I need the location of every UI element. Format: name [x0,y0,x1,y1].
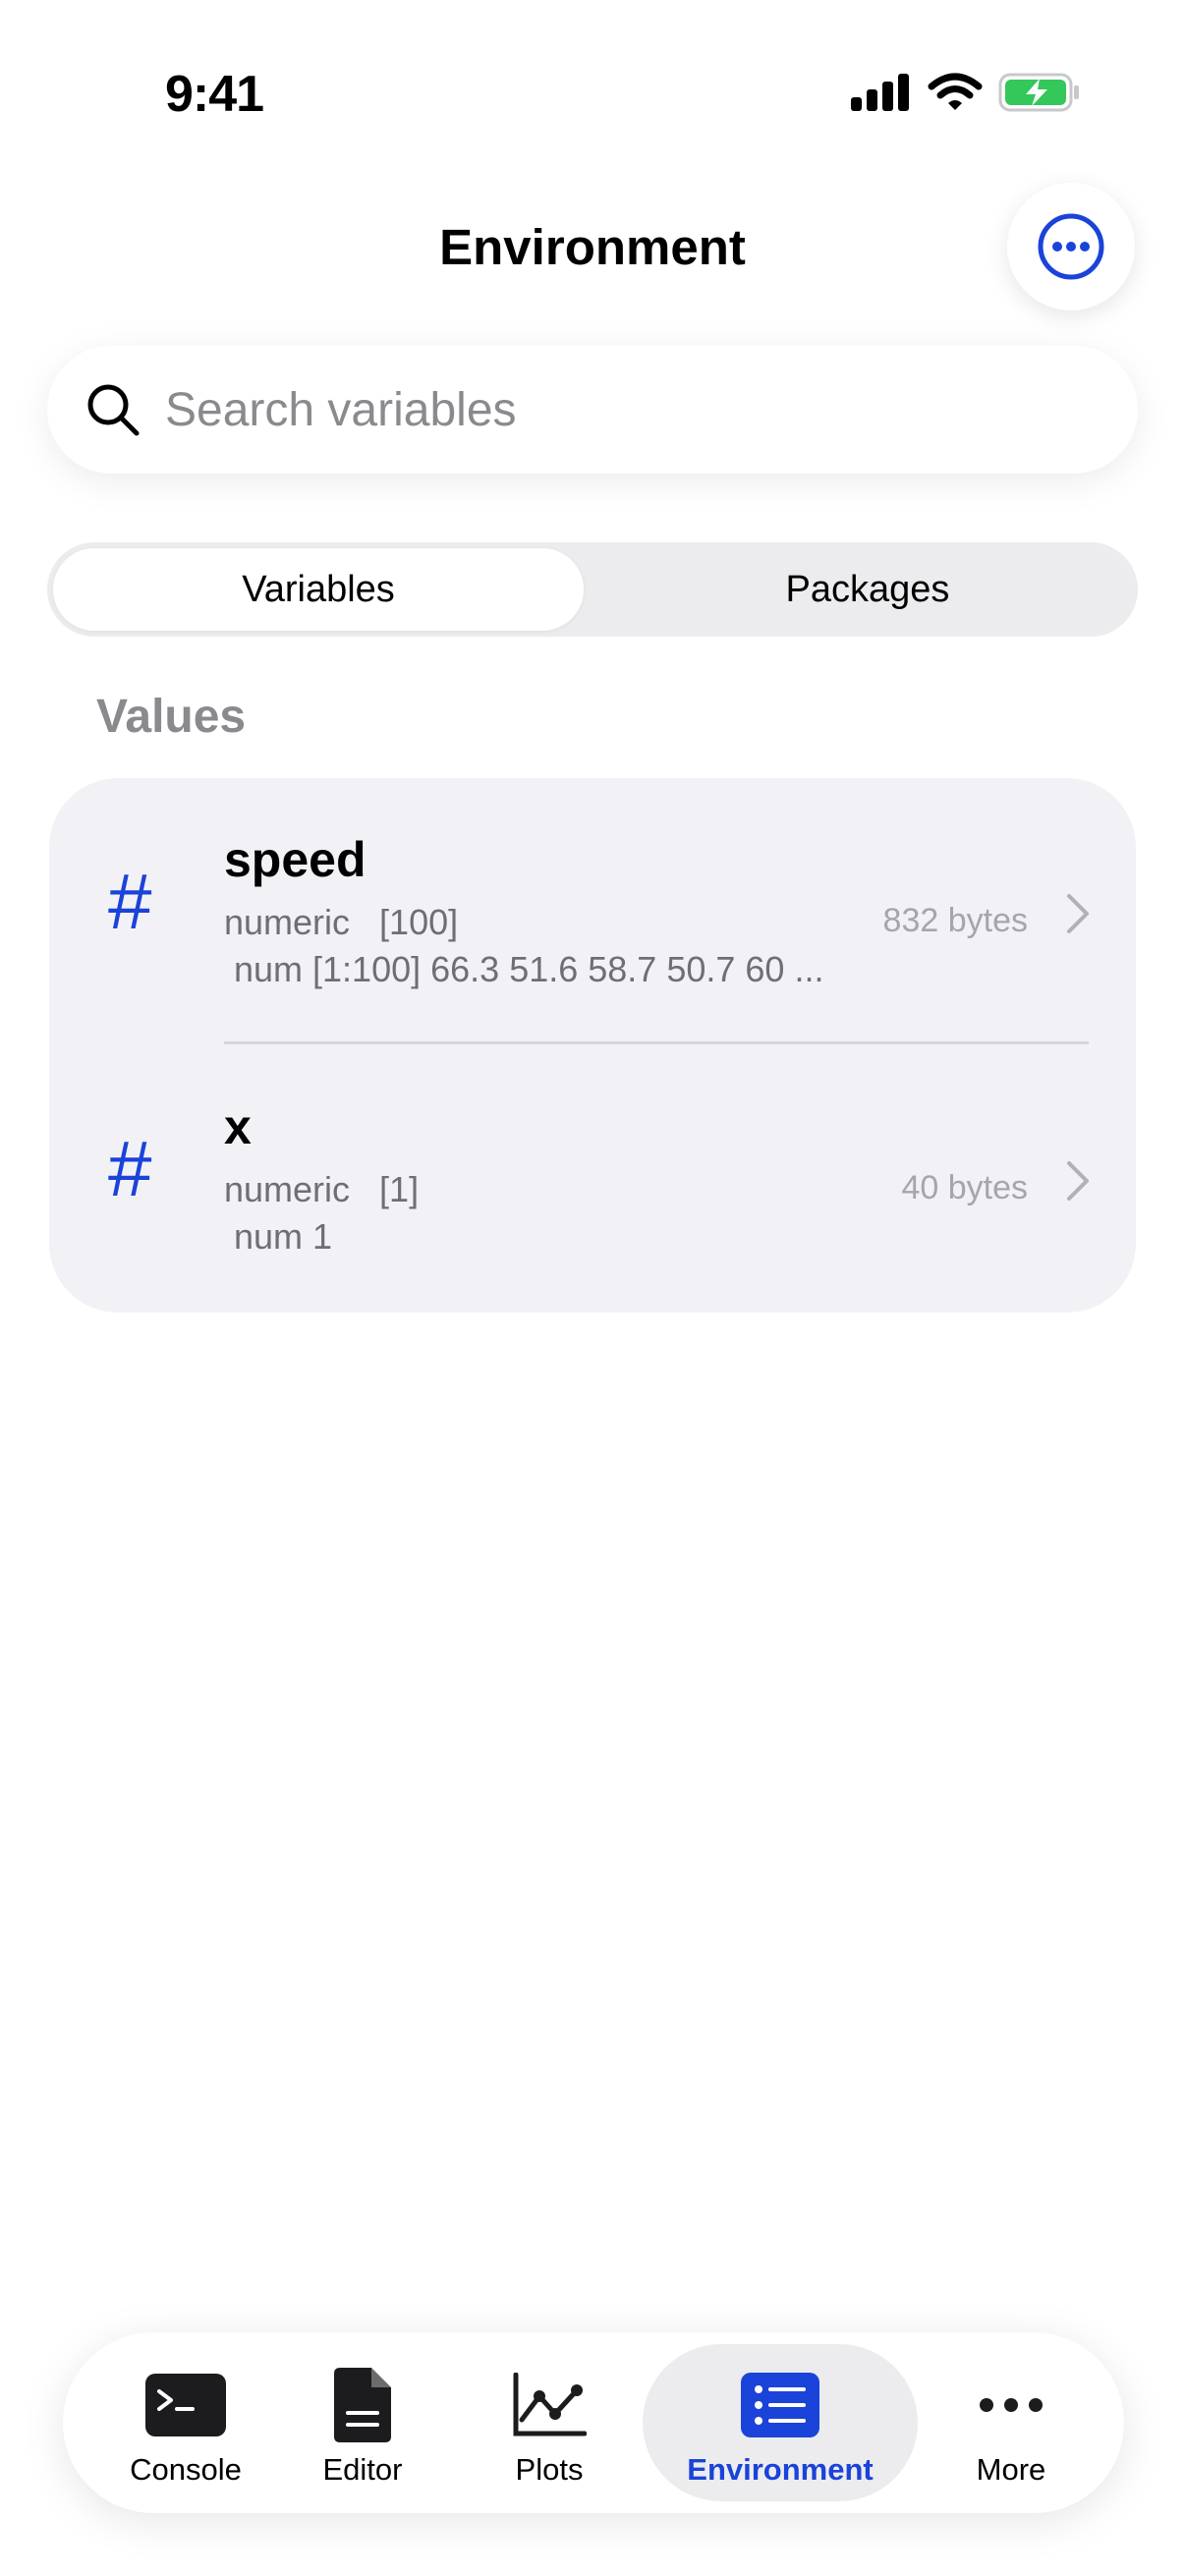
tab-label: Plots [515,2452,584,2487]
tab-more[interactable]: More [937,2332,1085,2513]
tab-plots[interactable]: Plots [476,2332,623,2513]
variable-preview: num [1:100] 66.3 51.6 58.7 50.7 60 ... [234,949,824,989]
variable-type: numeric [1] [224,1169,420,1209]
variables-card: # speed numeric [100] num [1:100] 66.3 5… [49,778,1136,1313]
tab-label: Console [130,2452,242,2487]
chevron-right-icon [1067,894,1089,933]
status-icons [851,73,1081,112]
tab-label: Environment [687,2452,874,2487]
segment-variables[interactable]: Variables [53,548,584,631]
variable-row[interactable]: # speed numeric [100] num [1:100] 66.3 5… [49,778,1136,1045]
tab-console[interactable]: Console [102,2332,269,2513]
tab-bar: Console Editor Plots Environment More [63,2332,1124,2513]
variable-name: speed [224,832,367,887]
tab-editor[interactable]: Editor [289,2332,436,2513]
document-icon [334,2368,391,2442]
search-input[interactable] [165,382,1049,437]
variable-row[interactable]: # x numeric [1] num 1 40 bytes [49,1045,1136,1313]
row-divider [224,1041,1089,1044]
segment-packages[interactable]: Packages [607,548,1128,631]
variable-size: 832 bytes [882,902,1028,939]
battery-charging-icon [998,73,1081,112]
wifi-icon [928,73,983,110]
cellular-signal-icon [851,74,909,111]
chevron-right-icon [1067,1161,1089,1201]
search-bar[interactable] [47,346,1138,474]
status-time: 9:41 [165,66,264,123]
tab-environment[interactable]: Environment [643,2344,918,2501]
variable-name: x [224,1099,252,1154]
search-icon [87,384,140,436]
tab-label: More [976,2452,1046,2487]
ellipsis-circle-icon [1038,213,1104,280]
more-options-button[interactable] [1007,183,1135,310]
variable-size: 40 bytes [901,1169,1028,1206]
numeric-hash-icon: # [108,1125,152,1212]
environment-screen: 9:41 Environment Search variables Variab… [0,0,1185,2576]
variable-preview: num 1 [234,1216,333,1257]
variable-type: numeric [100] [224,902,459,942]
segmented-control: Variables Packages [47,542,1138,637]
numeric-hash-icon: # [108,858,152,945]
ellipsis-icon [980,2398,1043,2412]
list-icon [741,2373,819,2437]
terminal-icon [145,2374,226,2436]
section-header-values: Values [96,691,247,743]
tab-label: Editor [322,2452,403,2487]
chart-line-icon [513,2373,587,2436]
